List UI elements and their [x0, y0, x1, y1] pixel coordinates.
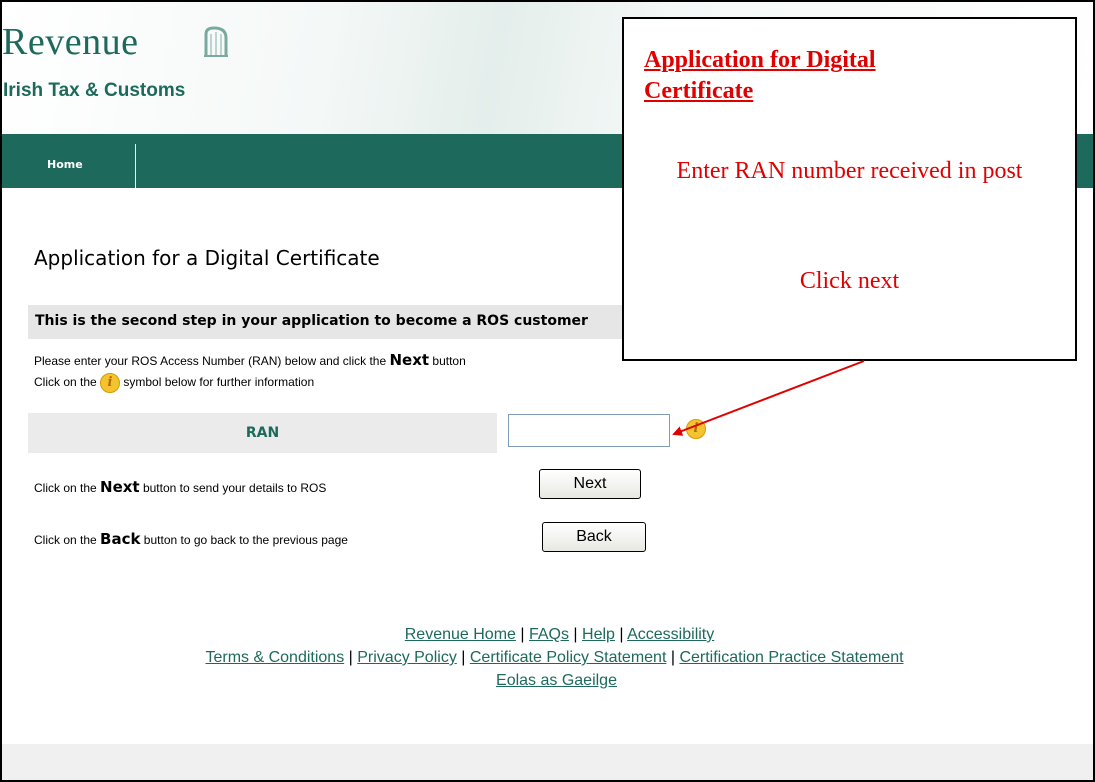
footer-separator: | — [456, 649, 470, 666]
next-button[interactable]: Next — [539, 469, 641, 499]
ran-instruction-suffix: button — [429, 354, 466, 368]
footer-link-irish[interactable]: Eolas as Gaeilge — [496, 672, 617, 689]
info-instruction-suffix: symbol below for further information — [120, 375, 315, 390]
callout-title: Application for Digital Certificate — [644, 47, 876, 104]
nav-divider — [135, 144, 136, 188]
ran-instruction: Please enter your ROS Access Number (RAN… — [34, 351, 466, 369]
footer-link-cert-policy[interactable]: Certificate Policy Statement — [470, 649, 667, 666]
back-instruction-prefix: Click on the — [34, 533, 101, 547]
page-title: Application for a Digital Certificate — [34, 246, 380, 270]
logo-subtitle: Irish Tax & Customs — [3, 80, 186, 101]
info-icon: i — [100, 373, 121, 393]
next-instruction-suffix: button to send your details to ROS — [139, 481, 327, 495]
footer-separator: | — [614, 626, 628, 643]
next-instruction: Click on the Next button to send your de… — [34, 478, 326, 496]
footer-link-revenue-home[interactable]: Revenue Home — [405, 626, 516, 643]
harp-icon — [204, 26, 228, 57]
footer-separator: | — [344, 649, 358, 666]
nav-home-link[interactable]: Home — [47, 158, 83, 171]
page-frame: Revenue Irish Tax & Customs Home Applica… — [0, 0, 1095, 782]
ran-input[interactable] — [508, 414, 670, 447]
back-button[interactable]: Back — [542, 522, 646, 552]
ran-info-icon[interactable]: i — [686, 419, 706, 439]
footer-link-cert-practice[interactable]: Certification Practice Statement — [679, 649, 903, 666]
back-instruction-bold: Back — [100, 530, 141, 548]
logo-title[interactable]: Revenue — [2, 20, 138, 64]
footer-link-terms[interactable]: Terms & Conditions — [205, 649, 344, 666]
callout-instruction-next: Click next — [799, 268, 900, 294]
ran-instruction-prefix: Please enter your ROS Access Number (RAN… — [34, 354, 390, 368]
ran-label: RAN — [245, 425, 280, 441]
footer-separator: | — [515, 626, 529, 643]
annotation-callout: Application for Digital Certificate Ente… — [622, 17, 1077, 361]
callout-instruction-ran: Enter RAN number received in post — [676, 158, 1023, 184]
step-banner: This is the second step in your applicat… — [28, 305, 628, 339]
bottom-strip — [2, 744, 1093, 780]
footer-separator: | — [568, 626, 583, 643]
step-text: This is the second step in your applicat… — [35, 313, 588, 329]
footer-link-faqs[interactable]: FAQs — [529, 626, 569, 643]
ran-label-cell: RAN — [28, 413, 497, 453]
footer-links-row-1: Revenue Home | FAQs | Help | Accessibili… — [2, 626, 1093, 644]
footer-link-help[interactable]: Help — [582, 626, 615, 643]
back-instruction-suffix: button to go back to the previous page — [140, 533, 348, 547]
info-instruction-prefix: Click on the — [34, 375, 101, 390]
info-instruction: Click on the i symbol below for further … — [34, 373, 314, 393]
next-instruction-prefix: Click on the — [34, 481, 101, 495]
ran-instruction-next: Next — [389, 351, 430, 369]
footer-separator: | — [666, 649, 680, 666]
footer-links-row-2: Terms & Conditions | Privacy Policy | Ce… — [2, 649, 1093, 667]
footer-links-row-3: Eolas as Gaeilge — [2, 672, 1093, 690]
next-instruction-bold: Next — [100, 478, 140, 496]
back-instruction: Click on the Back button to go back to t… — [34, 530, 348, 548]
footer-link-accessibility[interactable]: Accessibility — [627, 626, 714, 643]
footer-link-privacy[interactable]: Privacy Policy — [357, 649, 457, 666]
